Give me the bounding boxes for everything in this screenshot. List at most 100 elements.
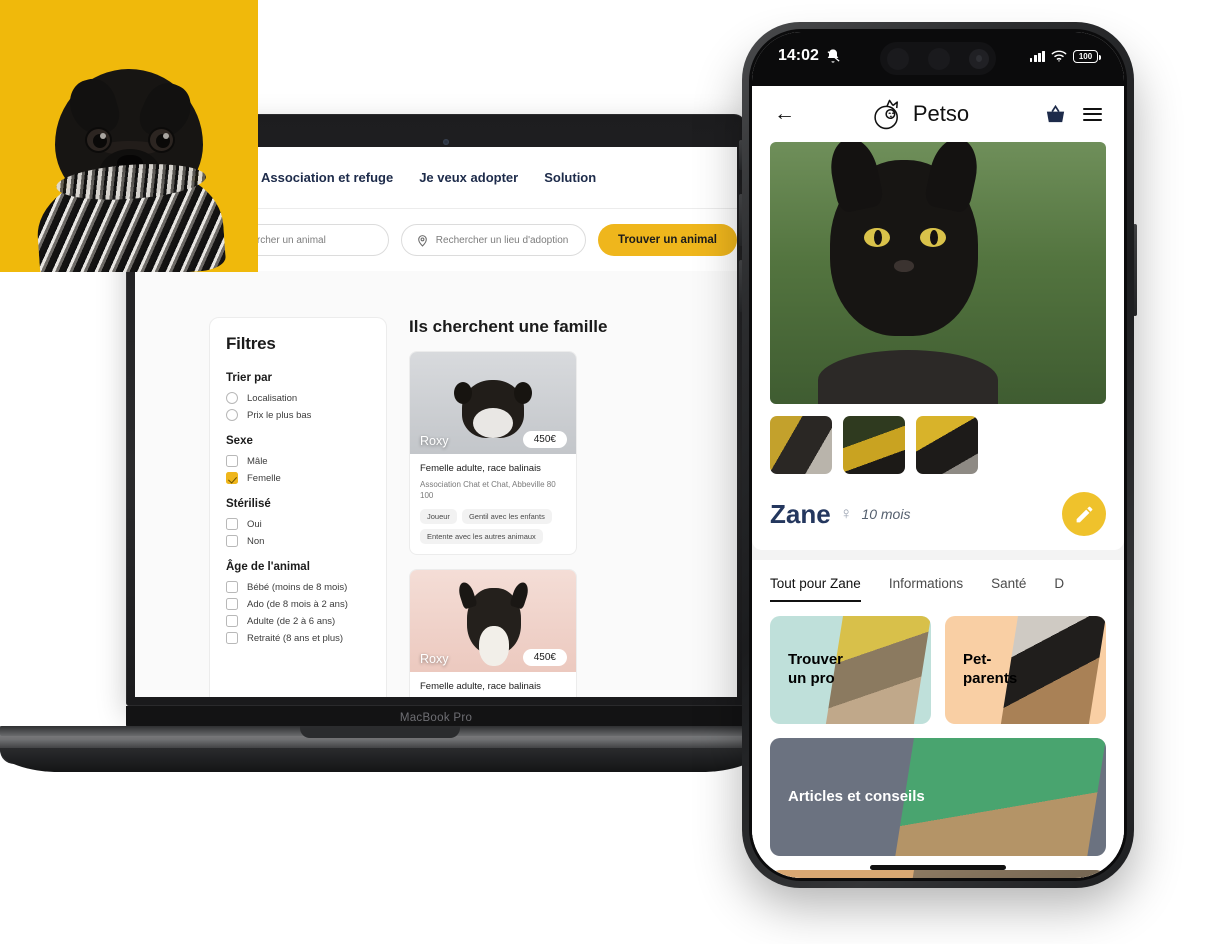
webcam-icon [443,139,449,145]
pug-eye-left [85,127,112,153]
tile-label: Pet-parents [963,651,1018,687]
detail-tabs: Tout pour Zane Informations Santé D [752,560,1124,602]
tile-image [826,616,931,724]
tab-informations[interactable]: Informations [889,576,963,602]
tile-articles-et-conseils[interactable]: Articles et conseils [770,738,1106,856]
cellular-signal-icon [1029,50,1045,62]
filter-option-label: Non [247,535,265,547]
filter-option-label: Oui [247,518,262,530]
pet-card-grid: Roxy 450€ Femelle adulte, race balinais … [409,351,729,697]
edit-pet-button[interactable] [1062,492,1106,536]
pet-photo: Roxy 450€ [410,569,576,672]
checkbox-icon[interactable] [226,598,238,610]
filter-option-non[interactable]: Non [226,535,370,547]
filter-option-male[interactable]: Mâle [226,455,370,467]
hamburger-menu-icon[interactable] [1083,107,1102,121]
phone-frame: 14:02 100 ← Petso Zane ♀ 10 mois Tout po… [742,22,1134,888]
front-camera-icon [969,48,989,69]
pet-card[interactable]: Roxy 450€ Femelle adulte, race balinais … [409,568,577,697]
thumbnail[interactable] [916,416,978,474]
map-pin-icon [417,234,427,247]
pet-card[interactable]: Roxy 450€ Femelle adulte, race balinais … [409,351,577,555]
phone-screen: 14:02 100 ← Petso Zane ♀ 10 mois Tout po… [752,32,1124,878]
pet-photo: Roxy 450€ [410,352,576,454]
pet-breed: Femelle adulte, race balinais [420,463,541,474]
filter-option-ado[interactable]: Ado (de 8 mois à 2 ans) [226,598,370,610]
pug-hero-image [0,0,258,272]
pet-association: Association Chat et Chat, Abbeville 80 1… [420,480,556,500]
checkbox-icon[interactable] [226,455,238,467]
back-arrow-icon[interactable]: ← [774,102,795,126]
pet-price: 450€ [522,648,567,666]
filter-option-label: Mâle [247,455,268,467]
checkbox-icon[interactable] [226,632,238,644]
filter-option-femelle[interactable]: Femelle [226,472,370,484]
filter-group-title: Sexe [226,435,253,447]
status-indicators: 100 [1029,49,1101,63]
tile-image [908,870,1106,878]
radio-icon[interactable] [226,409,238,421]
home-indicator[interactable] [870,865,1006,870]
pencil-icon [1076,506,1092,522]
app-brand: Petso [809,97,1030,131]
pet-info: Femelle adulte, race balinais Associatio… [410,454,576,554]
pet-info: Femelle adulte, race balinais Associatio… [410,672,576,697]
filter-option-adulte[interactable]: Adulte (de 2 à 6 ans) [226,615,370,627]
results-panel: Ils cherchent une famille Roxy 450€ Feme… [409,317,729,697]
tile-image [895,738,1106,856]
filters-panel: Filtres Trier par Localisation Prix le p… [209,317,387,697]
checkbox-icon[interactable] [226,581,238,593]
filter-option-prix[interactable]: Prix le plus bas [226,409,370,421]
filter-option-label: Localisation [247,392,298,404]
wifi-icon [1051,50,1067,62]
tile-partial[interactable] [770,870,1106,878]
filter-option-label: Prix le plus bas [247,409,312,421]
battery-level: 100 [1078,51,1093,61]
search-location-input[interactable]: Rechercher un lieu d'adoption [400,224,586,256]
nav-link-solution[interactable]: Solution [544,170,596,185]
tab-sante[interactable]: Santé [991,576,1026,602]
phone-frame-inner: 14:02 100 ← Petso Zane ♀ 10 mois Tout po… [749,29,1127,881]
checkbox-icon[interactable] [226,518,238,530]
pet-detail-card: Zane ♀ 10 mois [752,142,1124,550]
nav-link-adopter[interactable]: Je veux adopter [419,170,518,185]
thumbnail[interactable] [770,416,832,474]
tiles-section: Trouver un pro Pet-parents Articles et c… [752,602,1124,878]
page-body: Filtres Trier par Localisation Prix le p… [135,271,737,697]
checkbox-icon-checked[interactable] [226,472,238,484]
tile-trouver-un-pro[interactable]: Trouver un pro [770,616,931,724]
tile-pet-parents[interactable]: Pet-parents [945,616,1106,724]
pet-breed: Femelle adulte, race balinais [420,680,541,692]
pet-tag: Gentil avec les enfants [461,508,552,524]
filter-option-retraite[interactable]: Retraité (8 ans et plus) [226,632,370,644]
tile-image [1001,616,1106,724]
filter-group-sexe: Sexe Mâle Femelle [226,435,370,484]
pet-age: 10 mois [861,506,911,522]
checkbox-icon[interactable] [226,615,238,627]
tab-tout-pour-zane[interactable]: Tout pour Zane [770,576,861,602]
filter-option-label: Ado (de 8 mois à 2 ans) [247,598,348,610]
basket-icon[interactable] [1044,103,1067,126]
nav-link-association[interactable]: Association et refuge [261,170,393,185]
filter-option-bebe[interactable]: Bébé (moins de 8 mois) [226,581,370,593]
filter-option-oui[interactable]: Oui [226,518,370,530]
filter-option-localisation[interactable]: Localisation [226,392,370,404]
app-header: ← Petso [752,86,1124,142]
tile-row-partial [770,870,1106,878]
find-animal-button[interactable]: Trouver un animal [597,224,737,256]
pet-name: Zane [770,498,831,529]
pug-scarf [33,164,227,272]
filter-group-age: Âge de l'animal Bébé (moins de 8 mois) A… [226,561,370,644]
island-sensor [887,47,909,70]
filter-group-title: Stérilisé [226,498,271,510]
pet-hero-photo[interactable] [770,142,1106,404]
battery-icon: 100 [1073,49,1101,63]
checkbox-icon[interactable] [226,535,238,547]
tile-row: Trouver un pro Pet-parents [770,616,1106,724]
tile-label: Articles et conseils [788,787,925,805]
pet-tag: Entente avec les autres animaux [420,528,543,544]
macbook-lid-notch [300,726,460,738]
thumbnail[interactable] [843,416,905,474]
radio-icon[interactable] [226,392,238,404]
tab-documents[interactable]: D [1054,576,1064,602]
